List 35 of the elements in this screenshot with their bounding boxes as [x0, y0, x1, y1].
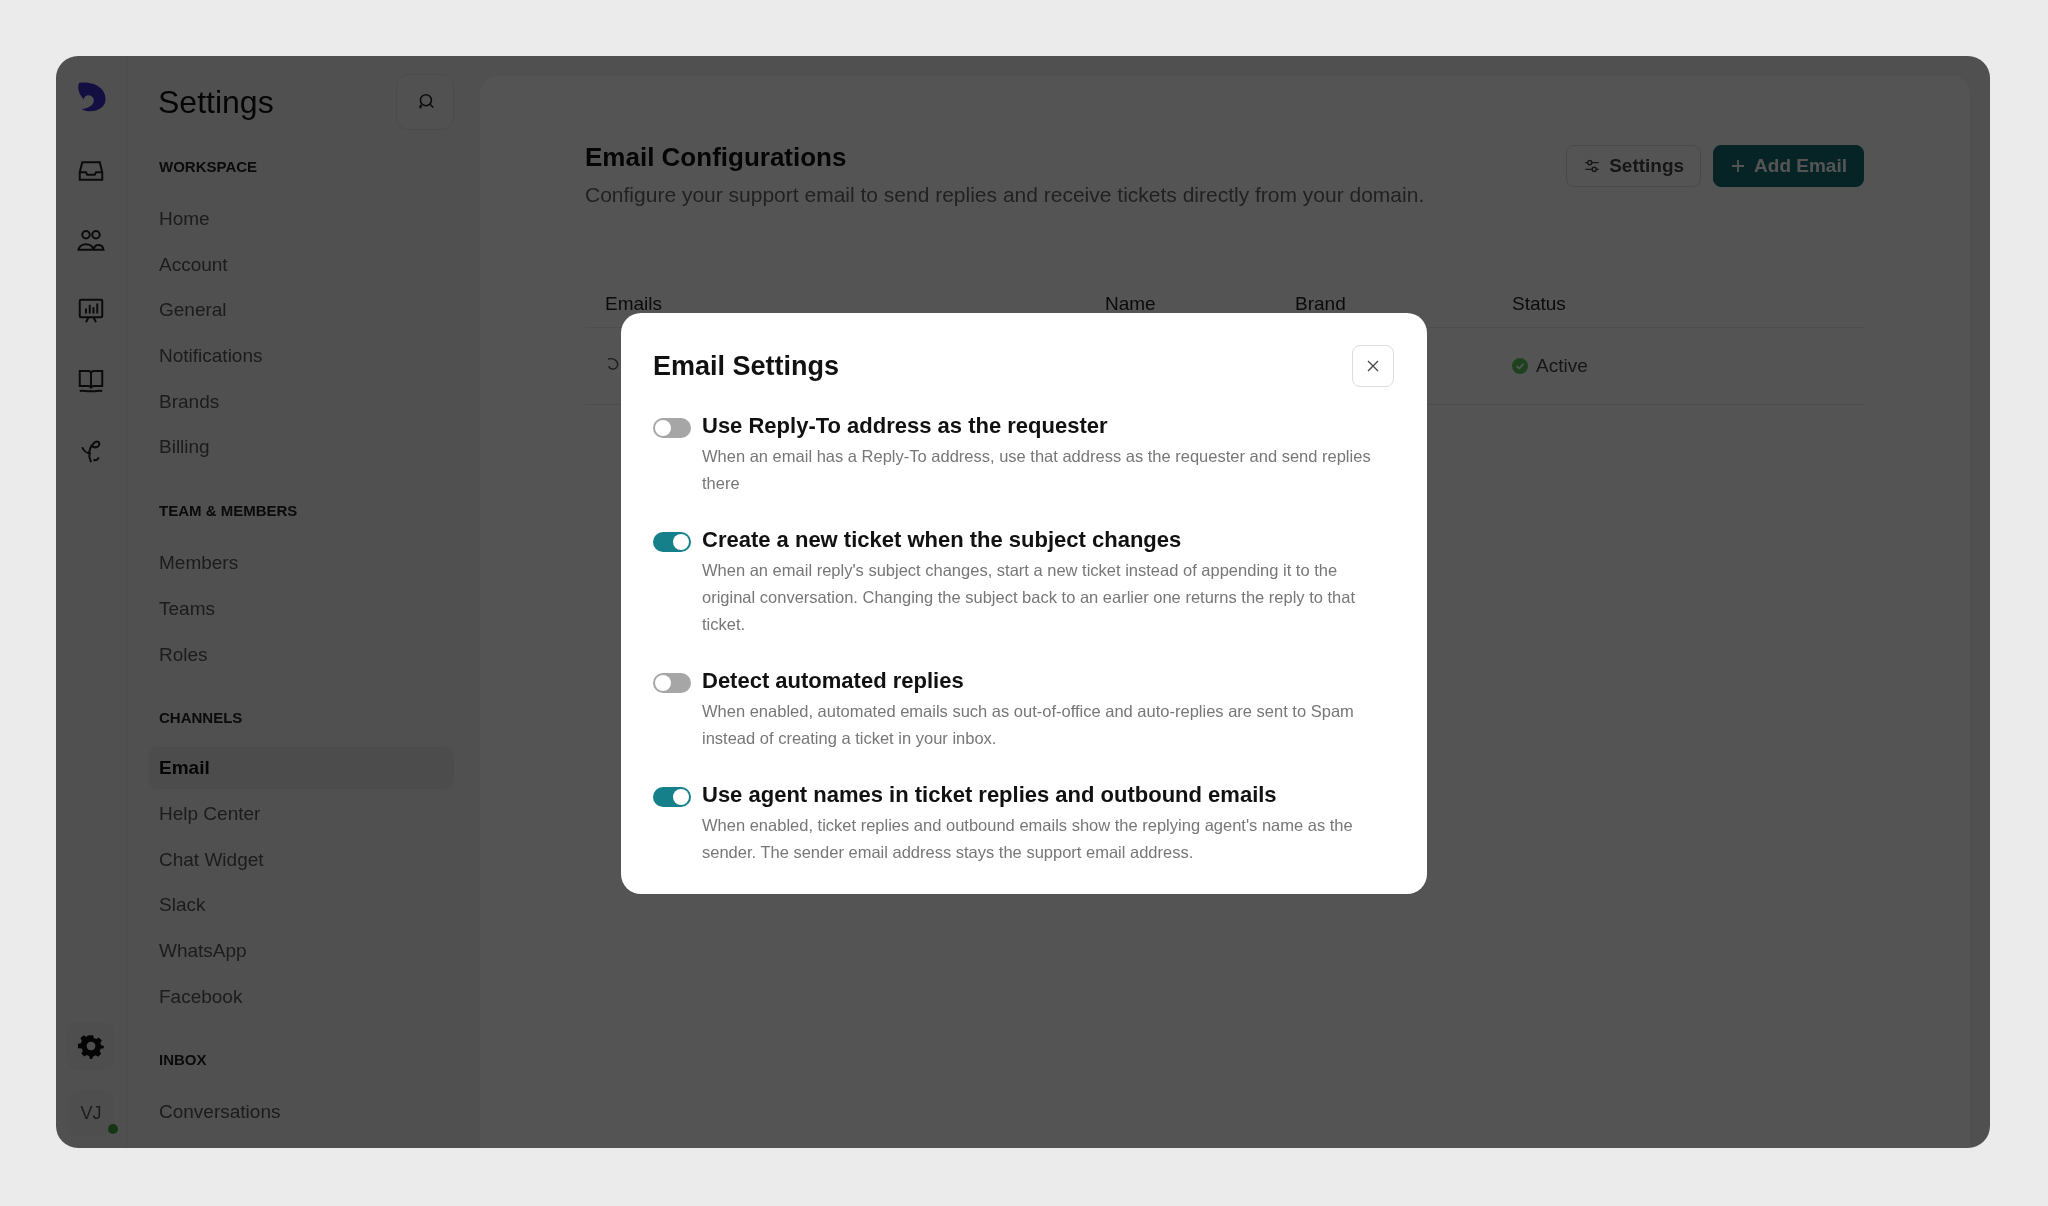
toggle-switch[interactable] [653, 673, 691, 693]
page-title: Email Configurations [585, 142, 848, 173]
check-circle-icon [1512, 358, 1528, 374]
add-button[interactable]: Add Email [1713, 145, 1864, 187]
gear-icon [78, 1033, 104, 1059]
option-title: Use agent names in ticket replies and outbound emails [702, 782, 1278, 808]
option-description: When an email has a Reply-To address, use that address as the requester and send replies there [702, 446, 1372, 494]
column-header: Emails [605, 293, 663, 315]
close-button[interactable] [1352, 345, 1394, 387]
settings-button[interactable]: Settings [1566, 145, 1702, 187]
dialog-title: Email Settings [653, 350, 840, 382]
option-title: Detect automated replies [702, 668, 965, 694]
option-title: Create a new ticket when the subject changes [702, 527, 1183, 553]
plus-icon [1730, 158, 1747, 174]
column-header: Brand [1295, 293, 1347, 315]
online-dot-icon [108, 1124, 118, 1134]
toggle-switch[interactable] [653, 787, 691, 807]
column-header: Name [1105, 293, 1157, 315]
status-text: Active [1536, 355, 1588, 377]
toggle-switch[interactable] [653, 418, 691, 438]
option-title: Use Reply-To address as the requester [702, 413, 1109, 439]
sliders-icon [1583, 157, 1602, 175]
option-description: When enabled, ticket replies and outbound emails show the replying agent's name as the sender. The sender email address stays the support email address. [702, 815, 1354, 863]
sidebar-title: Settings [158, 83, 274, 121]
search-button[interactable] [396, 74, 454, 130]
option-description: When enabled, automated emails such as out-of-office and auto-replies are sent to Spam instead of creating a ticket in your inbox. [702, 701, 1355, 749]
section-heading: CHANNELS [158, 708, 244, 729]
column-header: Status [1512, 293, 1567, 315]
option-description: When an email reply's subject changes, start a new ticket instead of appending it to the original conversation. Changing the subject back to an earlier one returns the reply to that ticket. [702, 560, 1357, 635]
close-icon [1367, 360, 1379, 372]
sidebar-item[interactable]: Email [149, 747, 454, 790]
section-heading: INBOX [158, 1050, 208, 1071]
toggle-switch[interactable] [653, 532, 691, 552]
section-heading: TEAM & MEMBERS [158, 501, 299, 522]
section-heading: WORKSPACE [158, 157, 259, 177]
